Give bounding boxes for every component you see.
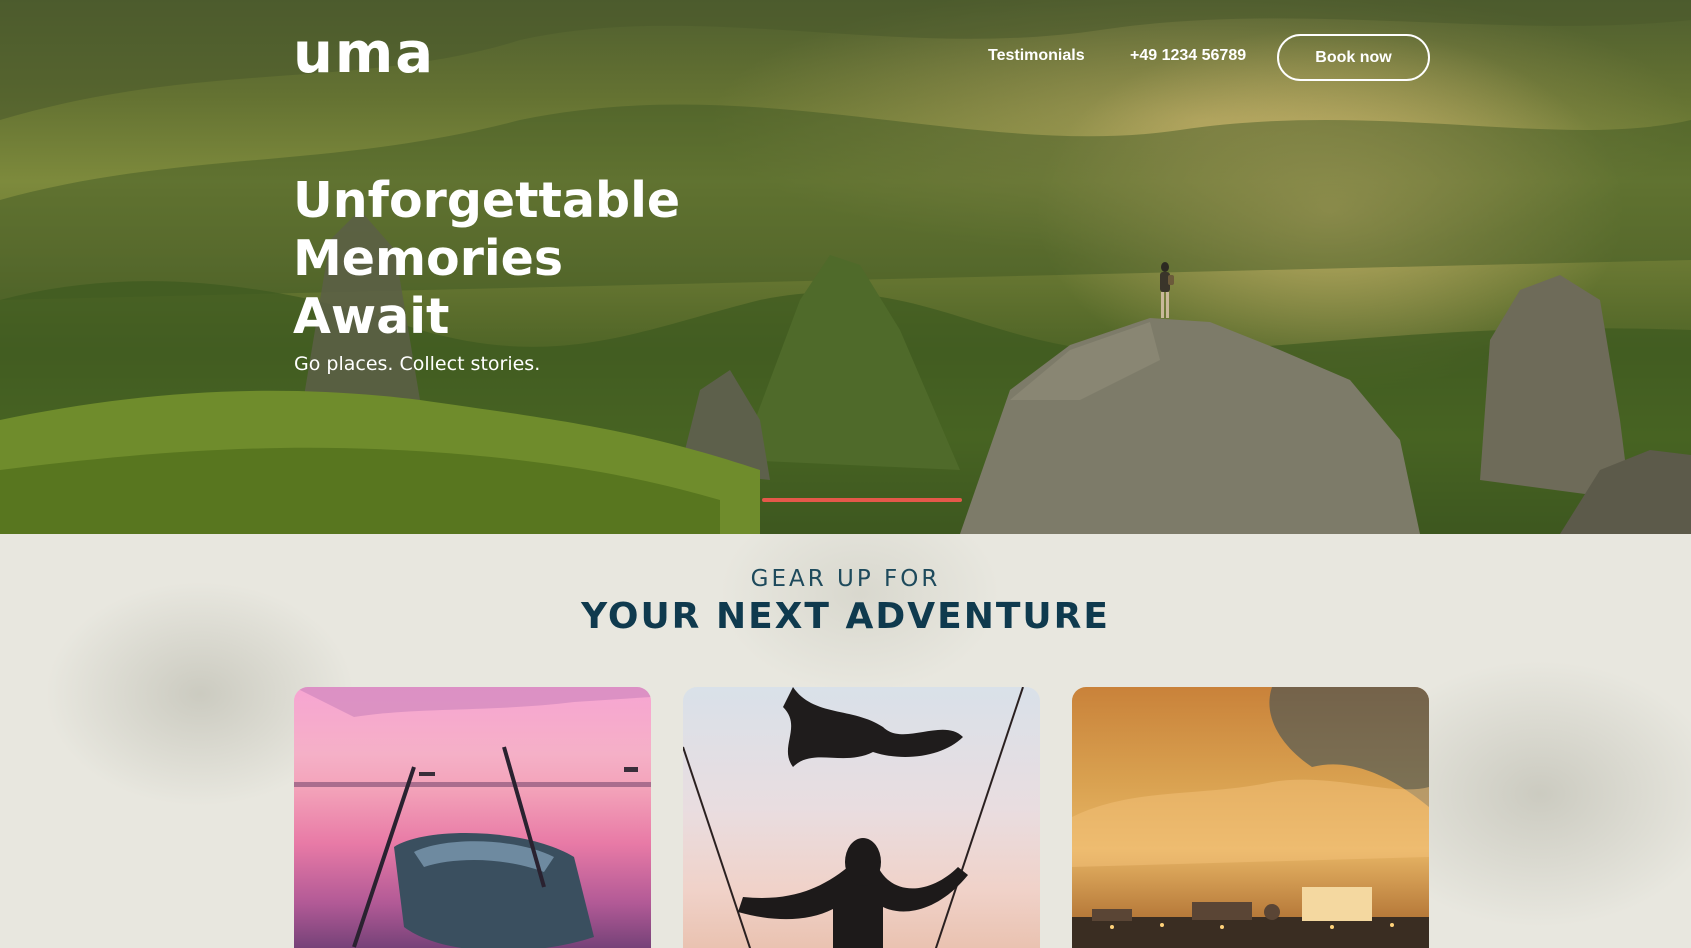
uma-logo[interactable]: uma <box>293 26 435 82</box>
adventure-section: GEAR UP FOR YOUR NEXT ADVENTURE <box>0 534 1691 948</box>
book-now-button[interactable]: Book now <box>1277 34 1430 81</box>
nav-phone-link[interactable]: +49 1234 56789 <box>1130 47 1246 65</box>
person-on-swing-image <box>683 687 1024 948</box>
mountain-landscape-image <box>0 0 1691 534</box>
nav-testimonials-link[interactable]: Testimonials <box>988 47 1085 65</box>
hero-banner: uma Testimonials +49 1234 56789 Book now… <box>0 0 1691 534</box>
section-kicker: GEAR UP FOR <box>750 566 941 592</box>
adventure-card-city[interactable] <box>1072 687 1429 948</box>
hero-subtitle: Go places. Collect stories. <box>294 353 541 375</box>
rowboat-sunset-image <box>294 687 651 948</box>
section-title: YOUR NEXT ADVENTURE <box>581 596 1110 637</box>
slider-progress-indicator[interactable] <box>762 498 962 502</box>
adventure-card-swing[interactable] <box>683 687 1040 948</box>
adventure-card-rowboat[interactable] <box>294 687 651 948</box>
city-sunset-image <box>1072 687 1429 948</box>
hero-title: Unforgettable Memories Await <box>293 172 681 345</box>
